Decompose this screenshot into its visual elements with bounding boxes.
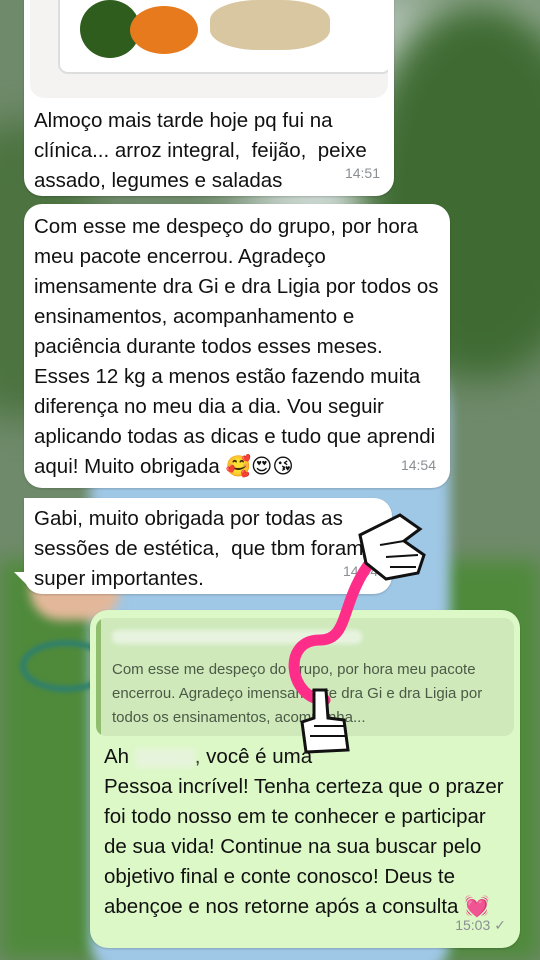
food-photo[interactable] xyxy=(30,0,388,98)
quote-bar xyxy=(96,618,101,736)
single-check-icon: ✓ xyxy=(494,917,506,933)
message-time: 15:03 ✓ xyxy=(455,917,506,933)
greeting-start: Ah xyxy=(104,745,135,768)
outgoing-reply-message[interactable]: Com esse me despeço do grupo, por hora m… xyxy=(90,610,520,948)
incoming-message-lunch[interactable]: Almoço mais tarde hoje pq fui na clínica… xyxy=(24,0,394,196)
message-text: Ah , você é uma Pessoa incrível! Tenha c… xyxy=(104,742,514,922)
greeting-end: , você é uma xyxy=(194,745,313,768)
message-time: 14:51 xyxy=(344,165,380,181)
message-text: Almoço mais tarde hoje pq fui na clínica… xyxy=(34,109,373,192)
message-text: Com esse me despeço do grupo, por hora m… xyxy=(34,215,445,478)
bubble-tail xyxy=(14,572,28,586)
incoming-message-farewell[interactable]: Com esse me despeço do grupo, por hora m… xyxy=(24,204,450,488)
quoted-sender-redacted xyxy=(112,630,362,644)
reply-body: Pessoa incrível! Tenha certeza que o pra… xyxy=(104,775,510,918)
message-time: 14:54 xyxy=(342,563,378,579)
message-text: Gabi, muito obrigada por todas as sessõe… xyxy=(34,507,370,590)
redacted-name xyxy=(134,747,195,768)
quoted-message[interactable]: Com esse me despeço do grupo, por hora m… xyxy=(96,618,514,736)
quoted-text: Com esse me despeço do grupo, por hora m… xyxy=(112,661,483,726)
message-time: 14:54 xyxy=(400,457,436,473)
incoming-message-thanks[interactable]: Gabi, muito obrigada por todas as sessõe… xyxy=(14,498,392,594)
